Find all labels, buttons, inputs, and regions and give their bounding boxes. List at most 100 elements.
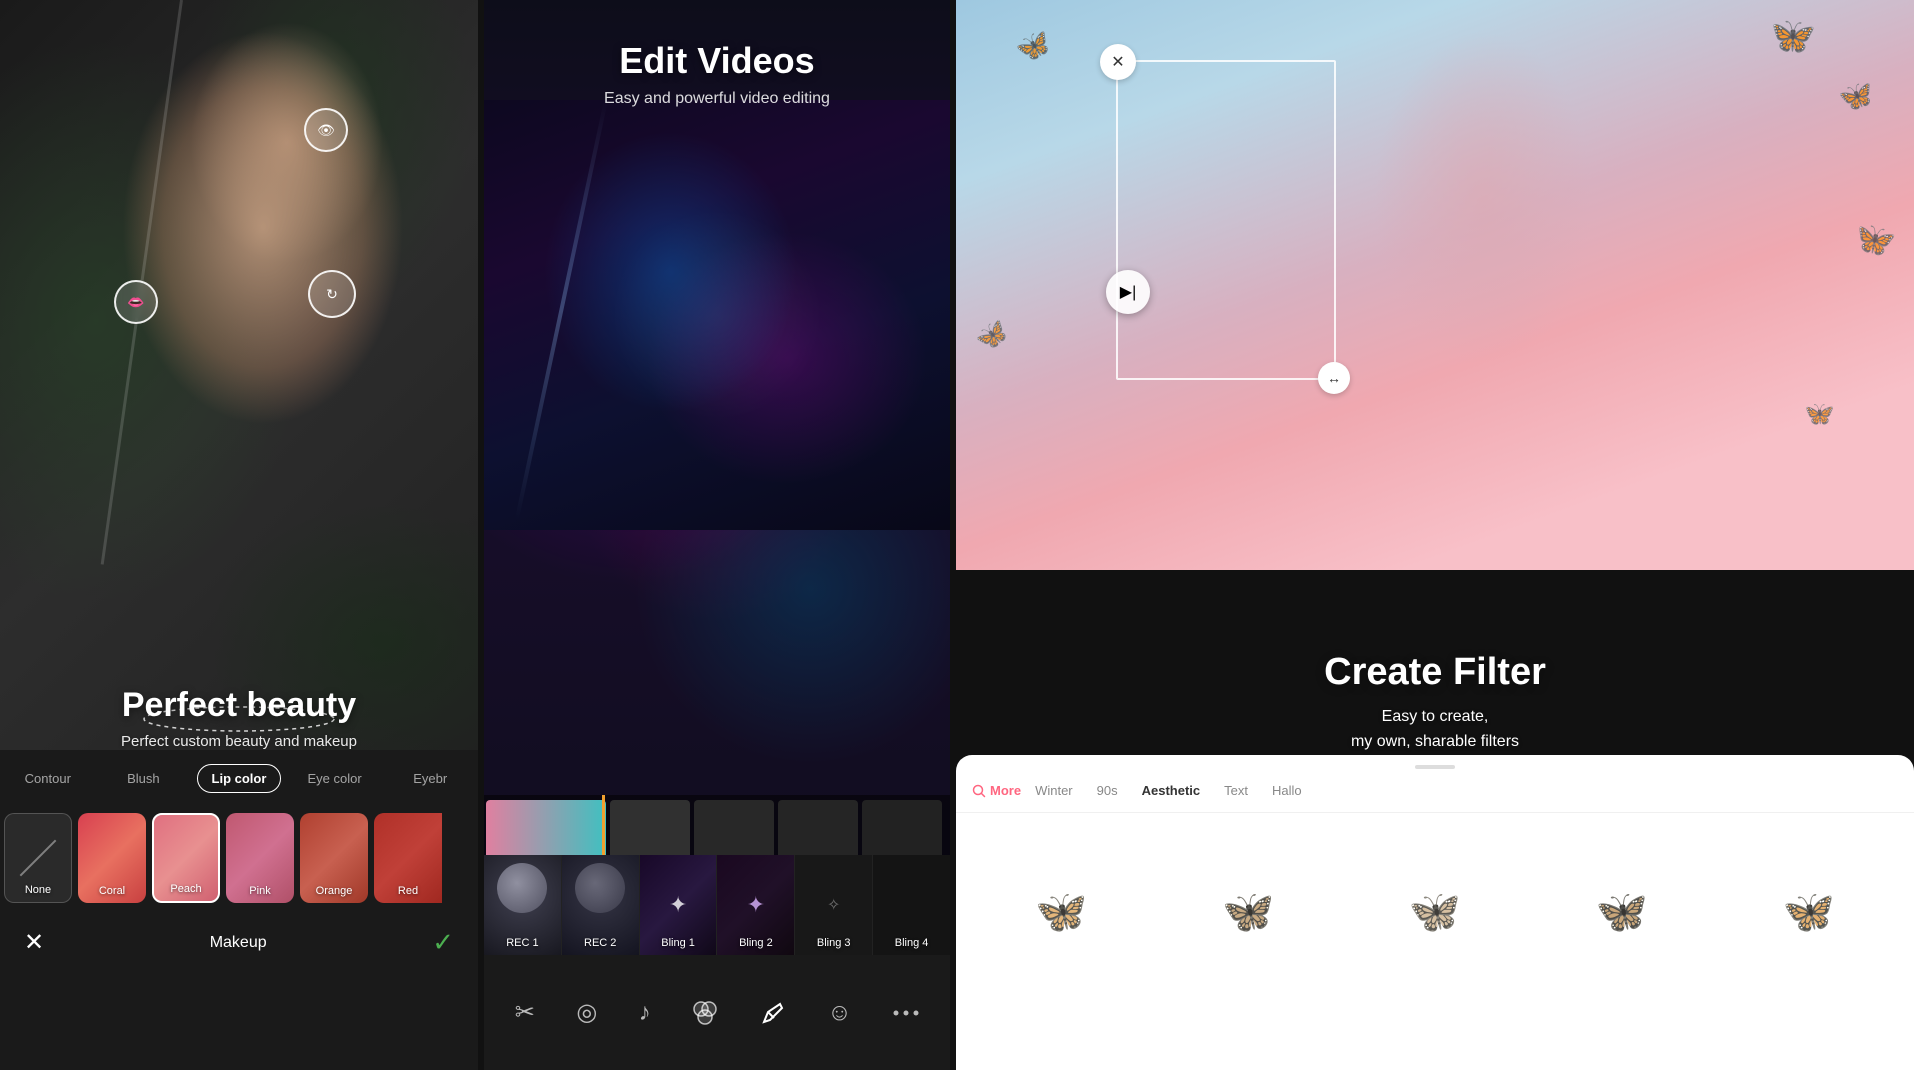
- draw-tool[interactable]: [760, 1000, 786, 1026]
- video-content: [484, 100, 950, 530]
- moon-icon-2: [575, 863, 625, 913]
- butterfly-item-2[interactable]: 🦋: [1159, 823, 1338, 1002]
- tab-blush[interactable]: Blush: [96, 771, 192, 786]
- play-pause-icon: ▶|: [1120, 282, 1136, 302]
- color-swatch-row: None Coral Peach Pink Orange Red: [0, 803, 478, 913]
- tab-winter[interactable]: Winter: [1025, 779, 1083, 802]
- thumb-label-bling1: Bling 1: [661, 937, 695, 949]
- thumb-bling4[interactable]: Bling 4: [873, 855, 950, 955]
- thumb-label-bling2: Bling 2: [739, 937, 773, 949]
- rotate-circle[interactable]: ↻: [308, 270, 356, 318]
- butterfly-deco-1: 🦋: [1011, 25, 1055, 68]
- confirm-button[interactable]: ✓: [432, 927, 454, 958]
- butterfly-deco-4: 🦋: [1848, 213, 1900, 264]
- tab-aesthetic[interactable]: Aesthetic: [1132, 779, 1211, 802]
- thumb-label-bling4: Bling 4: [895, 937, 929, 949]
- swatch-label-coral: Coral: [99, 885, 125, 897]
- thumb-label-rec2: REC 2: [584, 937, 616, 949]
- tab-lipcolor[interactable]: Lip color: [191, 764, 287, 793]
- video-lighting: [484, 100, 950, 530]
- swatch-peach[interactable]: Peach: [152, 813, 220, 903]
- swatch-label-pink: Pink: [249, 885, 270, 897]
- butterfly-deco-6: 🦋: [1802, 398, 1836, 432]
- swatch-label-red: Red: [398, 885, 418, 897]
- tab-text[interactable]: Text: [1214, 779, 1258, 802]
- tab-90s[interactable]: 90s: [1087, 779, 1128, 802]
- swatch-label-peach: Peach: [170, 883, 201, 895]
- butterfly-deco-3: 🦋: [1837, 77, 1877, 116]
- lip-icon: 👄: [127, 294, 144, 311]
- face-tool[interactable]: ☺: [827, 999, 852, 1027]
- butterfly-item-3[interactable]: 🦋: [1346, 823, 1525, 1002]
- search-icon: [972, 784, 986, 798]
- play-pause-control[interactable]: ▶|: [1106, 270, 1150, 314]
- butterfly-item-4[interactable]: 🦋: [1532, 823, 1711, 1002]
- search-more-tab[interactable]: More: [972, 783, 1021, 798]
- makeup-label: Makeup: [210, 934, 267, 952]
- thumb-rec2[interactable]: REC 2: [562, 855, 640, 955]
- thumb-label-rec1: REC 1: [506, 937, 538, 949]
- thumbnail-strip: REC 1 REC 2 ✦ Bling 1 ✦ Bling 2 ✧: [484, 855, 950, 955]
- swatch-none[interactable]: None: [4, 813, 72, 903]
- video-title: Edit Videos: [484, 40, 950, 82]
- butterfly-grid-row2: 🦋 🦋 🦋 🦋 🦋: [956, 1012, 1914, 1070]
- eye-adjustment-circle[interactable]: 👁: [304, 108, 348, 152]
- swatch-label-orange: Orange: [316, 885, 353, 897]
- video-toolbar: ✂ ◎ ♪ ☺: [484, 955, 950, 1070]
- butterfly-item-9[interactable]: 🦋: [1532, 1012, 1711, 1070]
- video-subtitle: Easy and powerful video editing: [484, 90, 950, 108]
- rotate-icon: ↻: [326, 286, 338, 303]
- selection-box[interactable]: ✕ ↔: [1116, 60, 1336, 380]
- filter-title: Create Filter: [956, 651, 1914, 694]
- beauty-text-block: Perfect beauty Perfect custom beauty and…: [0, 686, 478, 750]
- butterfly-deco-5: 🦋: [970, 314, 1014, 357]
- thumb-bling2[interactable]: ✦ Bling 2: [717, 855, 795, 955]
- face-image: [0, 0, 478, 570]
- beauty-subtitle: Perfect custom beauty and makeup: [0, 733, 478, 750]
- filter-text-block: Create Filter Easy to create, my own, sh…: [956, 651, 1914, 755]
- tab-eyebrow[interactable]: Eyebr: [382, 771, 478, 786]
- remove-button[interactable]: ✕: [1100, 44, 1136, 80]
- cut-tool[interactable]: ✂: [515, 998, 535, 1027]
- thumb-bling1[interactable]: ✦ Bling 1: [640, 855, 718, 955]
- panel-videos: ✦ ✦ ✦ ✦ ✧ ✧ Edit Videos Easy and powerfu…: [478, 0, 956, 1070]
- butterfly-item-5[interactable]: 🦋: [1719, 823, 1898, 1002]
- swatch-coral[interactable]: Coral: [78, 813, 146, 903]
- timer-tool[interactable]: ◎: [576, 998, 597, 1027]
- moon-icon: [497, 863, 547, 913]
- lip-circle[interactable]: 👄: [114, 280, 158, 324]
- butterfly-deco-2: 🦋: [1765, 10, 1819, 62]
- butterfly-item-7[interactable]: 🦋: [1159, 1012, 1338, 1070]
- tab-contour[interactable]: Contour: [0, 771, 96, 786]
- butterfly-item-1[interactable]: 🦋: [972, 823, 1151, 1002]
- panel-filter: 🦋 🦋 🦋 🦋 🦋 🦋 ✕ ↔ ▶| Create Filter Easy to…: [956, 0, 1914, 1070]
- layer-tool[interactable]: [692, 1000, 718, 1026]
- filter-background: 🦋 🦋 🦋 🦋 🦋 🦋 ✕ ↔ ▶|: [956, 0, 1914, 570]
- tab-eyecolor[interactable]: Eye color: [287, 771, 383, 786]
- butterfly-grid-row1: 🦋 🦋 🦋 🦋 🦋: [956, 813, 1914, 1012]
- butterfly-item-8[interactable]: 🦋: [1346, 1012, 1525, 1070]
- filter-subtitle: Easy to create, my own, sharable filters: [956, 704, 1914, 755]
- swatch-label-none: None: [25, 884, 51, 896]
- resize-handle[interactable]: ↔: [1318, 362, 1350, 394]
- beauty-title: Perfect beauty: [0, 686, 478, 725]
- close-button[interactable]: ✕: [24, 928, 44, 957]
- eye-icon: 👁: [317, 122, 335, 139]
- thumb-rec1[interactable]: REC 1: [484, 855, 562, 955]
- tab-hallo[interactable]: Hallo: [1262, 779, 1312, 802]
- more-tool[interactable]: [893, 1010, 919, 1016]
- butterfly-item-6[interactable]: 🦋: [972, 1012, 1151, 1070]
- makeup-tab-bar: Contour Blush Lip color Eye color Eyebr: [0, 750, 478, 803]
- swatch-red[interactable]: Red: [374, 813, 442, 903]
- makeup-action-bar: ✕ Makeup ✓: [0, 913, 478, 972]
- swatch-orange[interactable]: Orange: [300, 813, 368, 903]
- filter-tab-bar: More Winter 90s Aesthetic Text Hallo: [956, 769, 1914, 813]
- butterfly-item-10[interactable]: 🦋: [1719, 1012, 1898, 1070]
- music-tool[interactable]: ♪: [639, 999, 651, 1027]
- filter-bottom-panel: More Winter 90s Aesthetic Text Hallo 🦋 🦋: [956, 755, 1914, 1070]
- makeup-panel: Contour Blush Lip color Eye color Eyebr …: [0, 750, 478, 1070]
- video-header: Edit Videos Easy and powerful video edit…: [484, 40, 950, 108]
- thumb-bling3[interactable]: ✧ Bling 3: [795, 855, 873, 955]
- thumb-label-bling3: Bling 3: [817, 937, 851, 949]
- swatch-pink[interactable]: Pink: [226, 813, 294, 903]
